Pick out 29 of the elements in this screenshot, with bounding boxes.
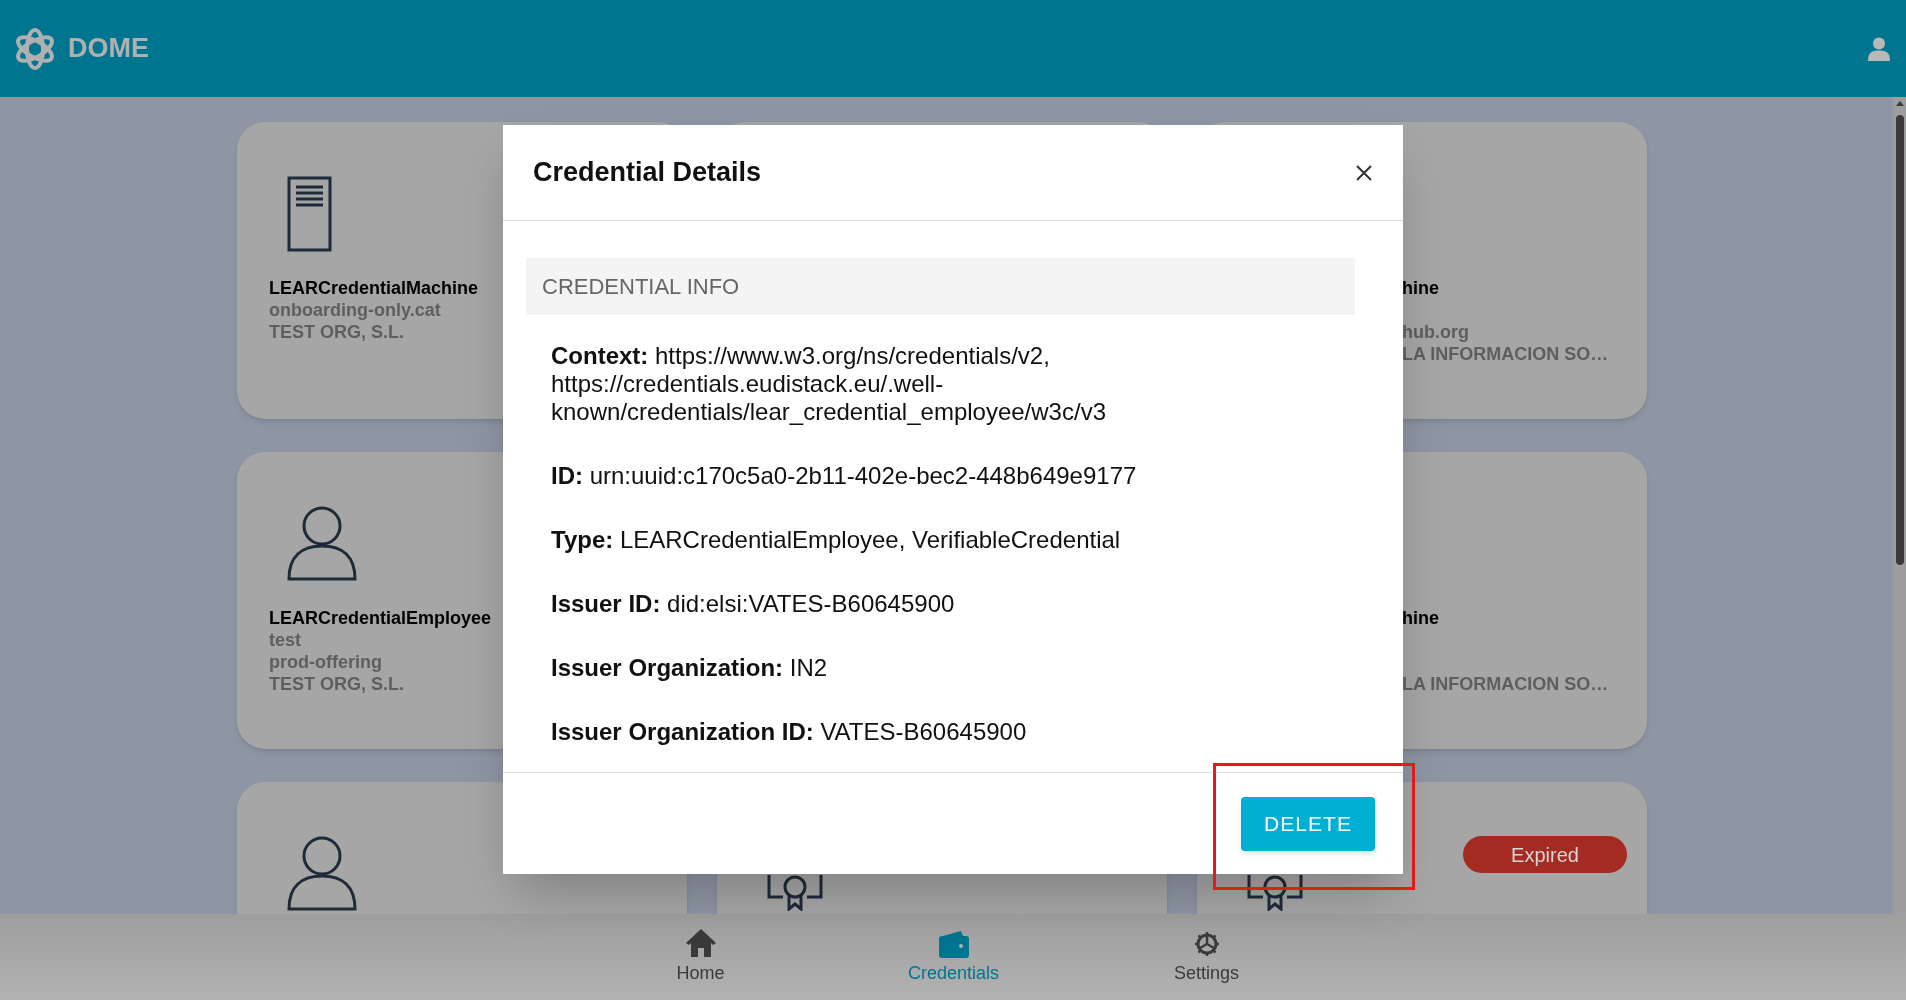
nav-tab[interactable]: Home [574, 914, 827, 1000]
scrollbar[interactable] [1893, 97, 1906, 914]
credential-type: LEARCredentialEmployee [269, 607, 492, 629]
credential-detail: LA INFORMACION SO… [1402, 343, 1609, 365]
credential-detail: onboarding-only.cat [269, 299, 441, 321]
home-icon [684, 928, 717, 958]
nav-tab[interactable]: Settings [1080, 914, 1333, 1000]
status-badge: Expired [1463, 836, 1627, 873]
document-icon [287, 176, 332, 252]
credential-detail: test [269, 629, 301, 651]
person-icon [287, 836, 357, 911]
credential-type: LEARCredentialMachine [269, 277, 479, 299]
credential-detail: prod-offering [269, 651, 382, 673]
credential-detail: TEST ORG, S.L. [269, 321, 404, 343]
credential-detail: LA INFORMACION SO… [1402, 673, 1609, 695]
certificate-icon [1247, 875, 1303, 911]
wallet-icon [938, 930, 969, 958]
brand-name: DOME [68, 32, 149, 66]
settings-icon [1192, 930, 1221, 958]
certificate-icon [767, 875, 823, 911]
scrollbar-thumb[interactable] [1895, 115, 1904, 565]
scroll-up-icon[interactable] [1895, 100, 1904, 106]
person-icon [287, 506, 357, 581]
credential-type: hine [1402, 277, 1439, 299]
credential-type: hine [1402, 607, 1439, 629]
user-icon[interactable] [1868, 36, 1890, 61]
credential-detail: hub.org [1402, 321, 1469, 343]
close-icon[interactable] [1355, 163, 1373, 182]
credential-detail: TEST ORG, S.L. [269, 673, 404, 695]
